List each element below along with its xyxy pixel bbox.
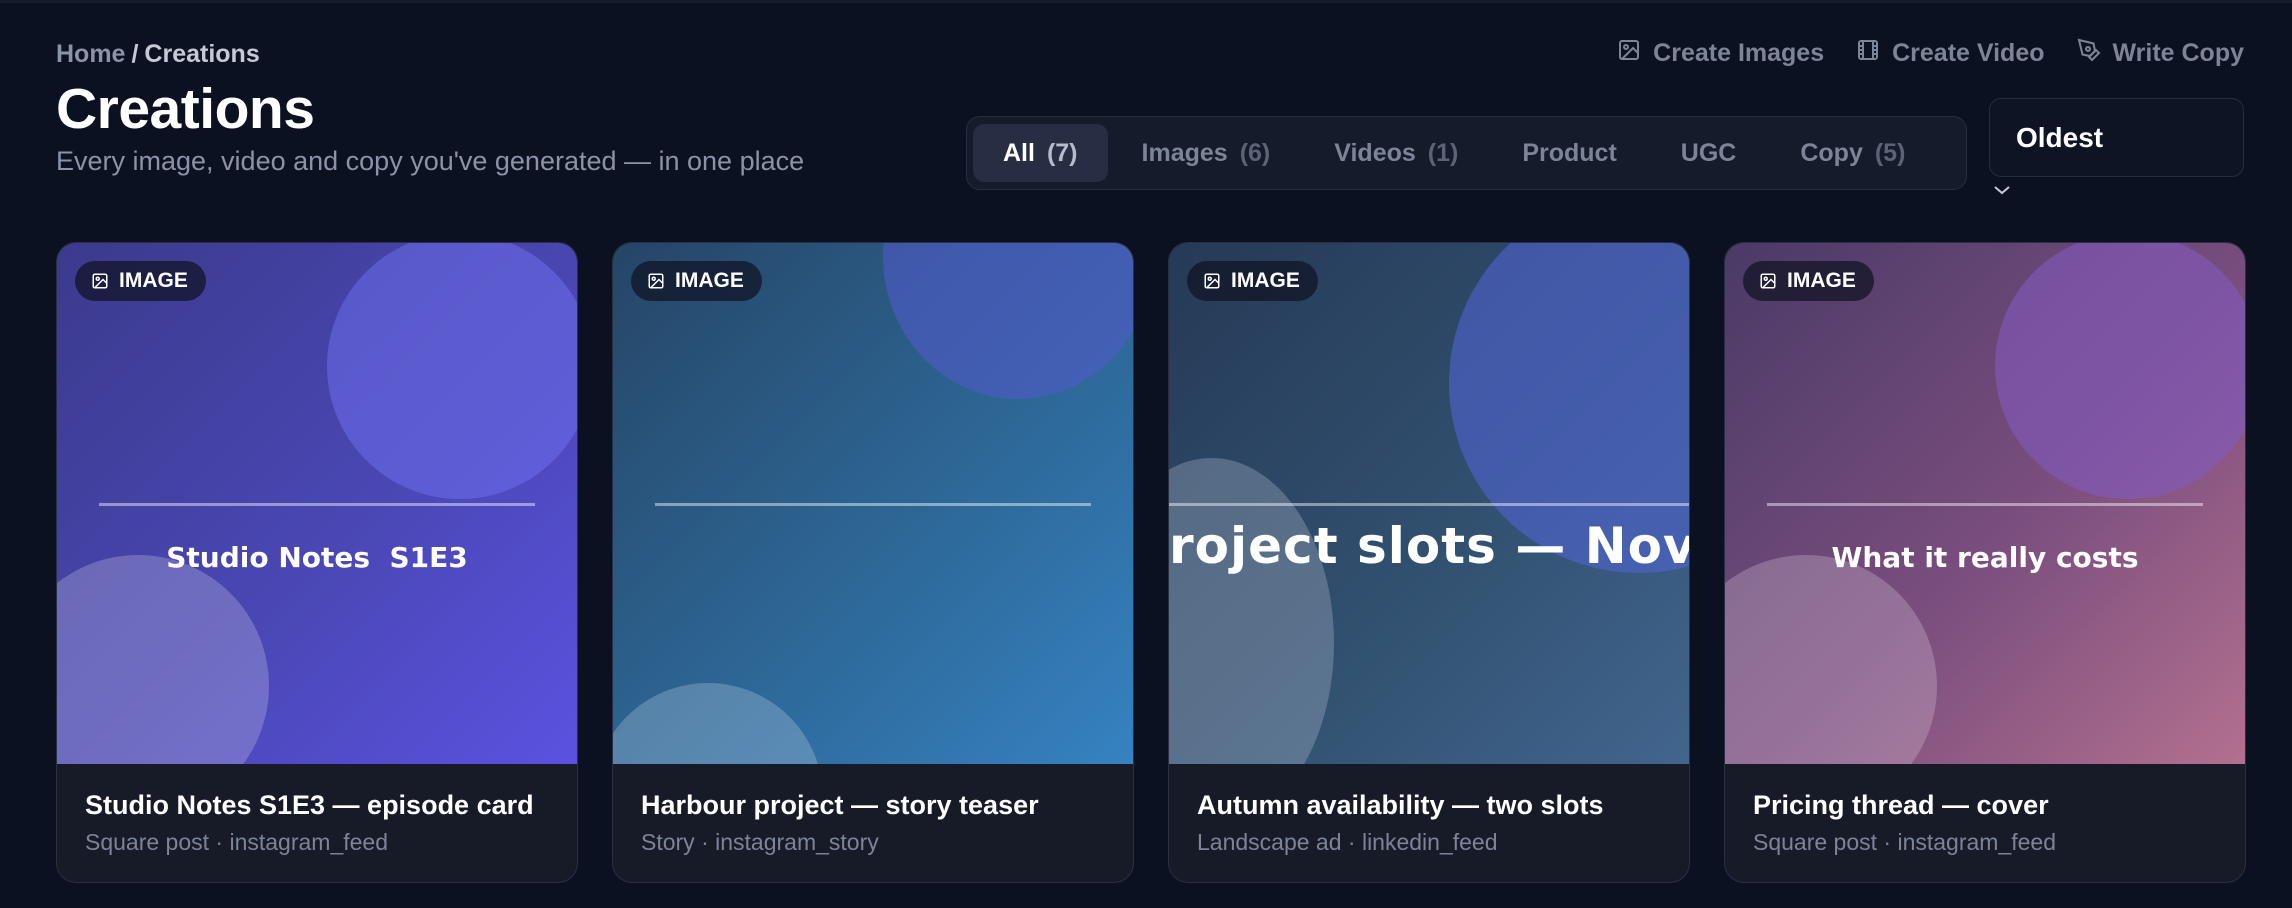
filter-copy-tab[interactable]: Copy (5)	[1770, 124, 1935, 182]
chevron-down-icon[interactable]	[1992, 183, 2012, 197]
image-icon	[1760, 273, 1776, 289]
badge-label: IMAGE	[675, 269, 744, 292]
filter-label: All	[1003, 138, 1035, 167]
card-title: Harbour project — story teaser	[641, 790, 1039, 820]
thumbnail-caption: What it really costs	[1831, 541, 2139, 574]
thumbnail-rule	[655, 503, 1091, 506]
filter-count: (7)	[1046, 138, 1078, 167]
card-thumbnail: IMAGE	[613, 243, 1133, 764]
filter-label: Videos	[1334, 138, 1416, 167]
filter-count: (6)	[1239, 138, 1271, 167]
top-border	[0, 0, 2292, 3]
type-badge: IMAGE	[75, 261, 206, 301]
filter-all-tab[interactable]: All (7)	[973, 124, 1108, 182]
create-video-button[interactable]: Create Video	[1856, 38, 2045, 69]
breadcrumb-separator: /	[131, 40, 139, 68]
card-meta: Autumn availability — two slots Landscap…	[1169, 764, 1689, 856]
filter-label: UGC	[1680, 138, 1737, 167]
filter-tabs: All (7) Images (6) Videos (1) Product UG…	[966, 116, 1967, 190]
card-thumbnail: What it really costs IMAGE	[1725, 243, 2245, 764]
image-icon	[1617, 38, 1641, 69]
creations-grid: Studio Notes S1E3 IMAGE Studio Notes S1E…	[56, 242, 2246, 883]
creations-page: Home / Creations Creations Every image, vi…	[0, 0, 2292, 908]
write-copy-label: Write Copy	[2112, 39, 2245, 67]
decor-circle	[1995, 243, 2245, 499]
card-title: Pricing thread — cover	[1753, 790, 2049, 820]
image-icon	[648, 273, 664, 289]
card-subtitle: Landscape ad · linkedin_feed	[1197, 829, 1498, 855]
page-title: Creations	[56, 77, 315, 141]
creation-card[interactable]: roject slots — Nove IMAGE Autumn availab…	[1168, 242, 1690, 883]
create-images-label: Create Images	[1653, 39, 1825, 67]
badge-label: IMAGE	[1231, 269, 1300, 292]
badge-label: IMAGE	[1787, 269, 1856, 292]
header-actions: Create Images Create Video Write Copy	[1617, 38, 2244, 69]
pen-icon	[2077, 38, 2101, 69]
type-badge: IMAGE	[631, 261, 762, 301]
card-title: Autumn availability — two slots	[1197, 790, 1604, 820]
creation-card[interactable]: What it really costs IMAGE Pricing threa…	[1724, 242, 2246, 883]
thumbnail-rule	[1767, 503, 2203, 506]
thumbnail-caption: roject slots — Nove	[1169, 517, 1689, 575]
filter-label: Copy	[1800, 138, 1863, 167]
filter-label: Images	[1141, 138, 1228, 167]
film-icon	[1856, 38, 1880, 69]
card-meta: Pricing thread — cover Square post · ins…	[1725, 764, 2245, 856]
thumbnail-rule	[1169, 503, 1689, 506]
card-subtitle: Square post · instagram_feed	[1753, 829, 2057, 855]
image-icon	[1204, 273, 1220, 289]
badge-label: IMAGE	[119, 269, 188, 292]
card-thumbnail: Studio Notes S1E3 IMAGE	[57, 243, 577, 764]
card-meta: Studio Notes S1E3 — episode card Square …	[57, 764, 577, 856]
decor-circle	[1725, 555, 1937, 764]
card-meta: Harbour project — story teaser Story · i…	[613, 764, 1133, 856]
sort-select[interactable]: Oldest	[1989, 98, 2244, 177]
decor-circle	[327, 243, 577, 499]
page-subtitle: Every image, video and copy you've gener…	[56, 146, 805, 176]
thumbnail-rule	[99, 503, 535, 506]
type-badge: IMAGE	[1743, 261, 1874, 301]
decor-circle	[57, 555, 269, 764]
creation-card[interactable]: Studio Notes S1E3 IMAGE Studio Notes S1E…	[56, 242, 578, 883]
card-subtitle: Square post · instagram_feed	[85, 829, 389, 855]
breadcrumb-home-link[interactable]: Home	[56, 40, 125, 68]
card-title: Studio Notes S1E3 — episode card	[85, 790, 534, 820]
breadcrumb-current: Creations	[144, 40, 260, 68]
image-icon	[92, 273, 108, 289]
thumbnail-caption: Studio Notes S1E3	[166, 541, 468, 574]
filter-count: (1)	[1427, 138, 1459, 167]
write-copy-button[interactable]: Write Copy	[2077, 38, 2245, 69]
filter-count: (5)	[1874, 138, 1906, 167]
card-subtitle: Story · instagram_story	[641, 829, 879, 855]
create-video-label: Create Video	[1892, 39, 2045, 67]
filter-label: Product	[1522, 138, 1617, 167]
decor-circle	[883, 243, 1133, 399]
create-images-button[interactable]: Create Images	[1617, 38, 1824, 69]
filter-product-tab[interactable]: Product	[1492, 124, 1646, 182]
filter-images-tab[interactable]: Images (6)	[1112, 124, 1301, 182]
filter-videos-tab[interactable]: Videos (1)	[1304, 124, 1488, 182]
filter-ugc-tab[interactable]: UGC	[1651, 124, 1767, 182]
decor-circle	[613, 683, 823, 764]
creation-card[interactable]: IMAGE Harbour project — story teaser Sto…	[612, 242, 1134, 883]
breadcrumb: Home / Creations	[56, 40, 260, 69]
card-thumbnail: roject slots — Nove IMAGE	[1169, 243, 1689, 764]
type-badge: IMAGE	[1187, 261, 1318, 301]
